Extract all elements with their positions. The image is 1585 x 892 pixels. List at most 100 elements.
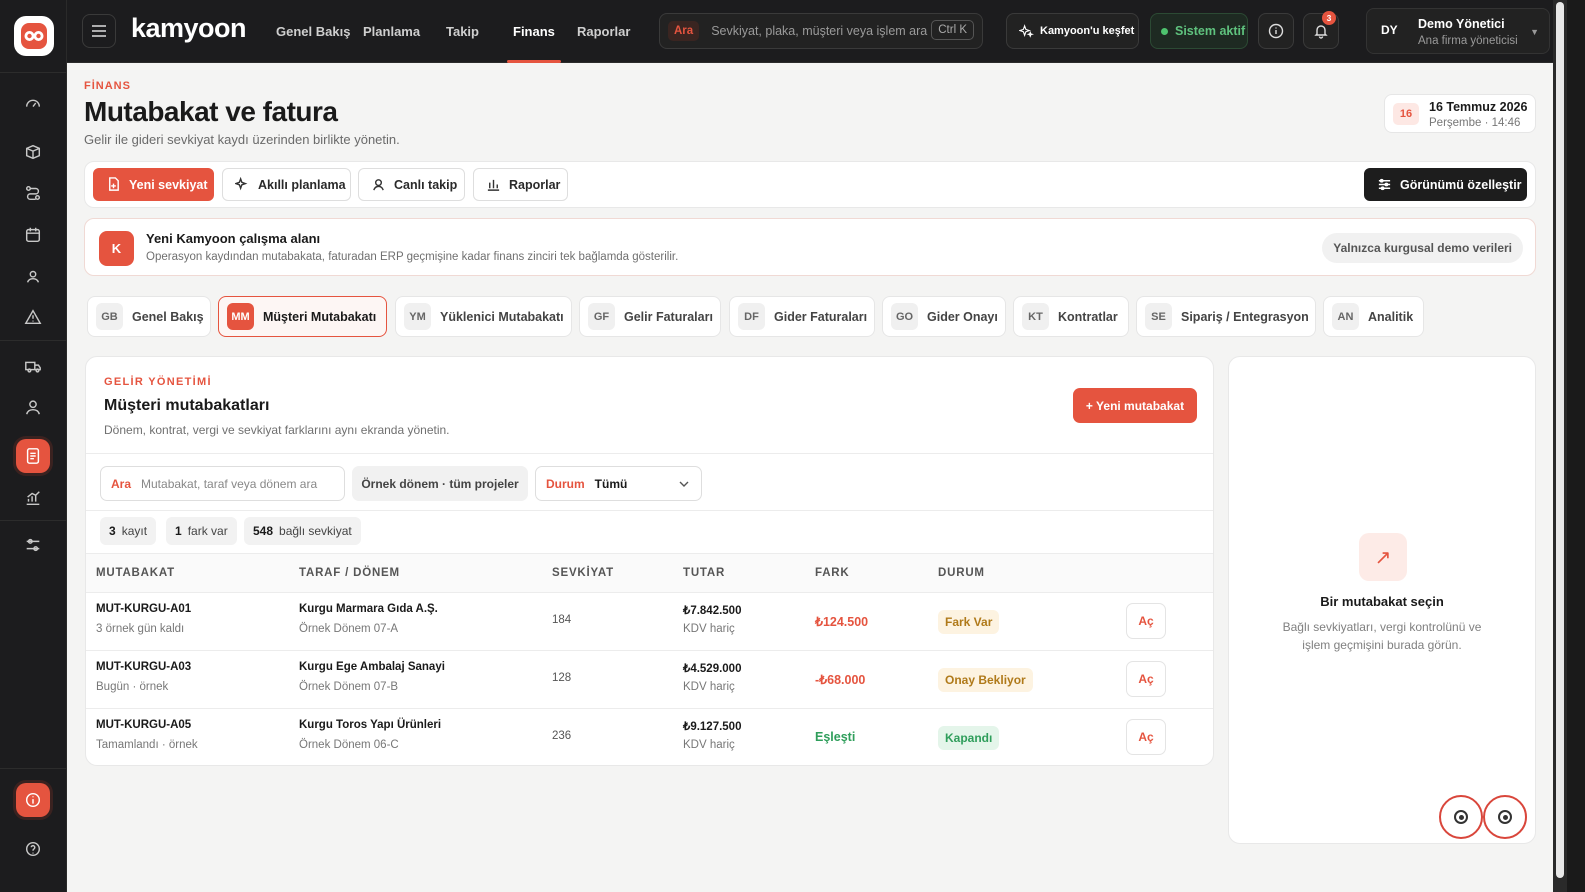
notification-count: 3 xyxy=(1322,11,1336,25)
tab-abbr: AN xyxy=(1332,303,1359,330)
tab-gider-onayi[interactable]: GO Gider Onayı xyxy=(882,296,1006,337)
explore-button[interactable]: Kamyoon'u keşfet xyxy=(1006,13,1139,49)
reports-button[interactable]: Raporlar xyxy=(473,168,568,201)
truck-icon[interactable] xyxy=(16,349,50,383)
tab-label: Gelir Faturaları xyxy=(624,309,713,324)
chip-number: 548 xyxy=(253,524,274,538)
top-navbar: kamyoon Genel Bakış Planlama Takip Finan… xyxy=(67,0,1567,63)
table-row[interactable]: MUT-KURGU-A01 3 örnek gün kaldı Kurgu Ma… xyxy=(86,592,1213,650)
dashboard-icon[interactable] xyxy=(16,86,50,120)
settings-sliders-icon[interactable] xyxy=(16,528,50,562)
table-row[interactable]: MUT-KURGU-A03 Bugün · örnek Kurgu Ege Am… xyxy=(86,650,1213,708)
tab-abbr: YM xyxy=(404,303,431,330)
demo-data-pill: Yalnızca kurgusal demo verileri xyxy=(1322,233,1523,263)
status-filter-label: Durum xyxy=(546,476,585,491)
info-icon[interactable] xyxy=(1258,13,1294,49)
table-row[interactable]: MUT-KURGU-A05 Tamamlandı · örnek Kurgu T… xyxy=(86,708,1213,765)
tab-musteri-mutabakati[interactable]: MM Müşteri Mutabakatı xyxy=(218,296,387,337)
tab-label: Kontratlar xyxy=(1058,309,1118,324)
status-badge: Kapandı xyxy=(938,726,1000,750)
tab-label: Gider Onayı xyxy=(927,309,998,324)
nav-raporlar[interactable]: Raporlar xyxy=(577,0,630,63)
tab-analitik[interactable]: AN Analitik xyxy=(1323,296,1424,337)
breadcrumb: FİNANS xyxy=(84,80,131,92)
assistant-eye-icon[interactable] xyxy=(1483,795,1527,839)
chevron-down-icon: ▼ xyxy=(1530,27,1539,37)
route-icon[interactable] xyxy=(16,176,50,210)
tab-yuklenici-mutabakati[interactable]: YM Yüklenici Mutabakatı xyxy=(395,296,572,337)
shipment-count-chip: 548 bağlı sevkiyat xyxy=(244,517,361,545)
tab-abbr: DF xyxy=(738,303,765,330)
system-status-badge[interactable]: Sistem aktif xyxy=(1150,13,1248,49)
brand-name[interactable]: kamyoon xyxy=(131,13,247,44)
reconciliation-id: MUT-KURGU-A01 xyxy=(96,603,192,615)
package-icon[interactable] xyxy=(16,135,50,169)
tax-note: KDV hariç xyxy=(683,681,735,693)
chip-text: fark var xyxy=(187,524,228,538)
record-count-chip: 3 kayıt xyxy=(100,517,157,545)
tax-note: KDV hariç xyxy=(683,623,735,635)
bell-icon[interactable]: 3 xyxy=(1303,11,1339,49)
shipment-count: 184 xyxy=(552,614,572,626)
menu-icon[interactable] xyxy=(82,14,116,48)
tab-abbr: MM xyxy=(227,303,254,330)
shipment-count: 128 xyxy=(552,672,572,684)
app-logo[interactable] xyxy=(14,16,54,56)
left-sidebar xyxy=(0,0,67,892)
reconciliation-due: Bugün · örnek xyxy=(96,681,169,693)
tab-siparis-entegrasyon[interactable]: SE Sipariş / Entegrasyon xyxy=(1136,296,1316,337)
tab-gelir-faturalari[interactable]: GF Gelir Faturaları xyxy=(579,296,721,337)
chip-number: 1 xyxy=(175,524,182,538)
analytics-icon[interactable] xyxy=(16,481,50,515)
chip-text: kayıt xyxy=(121,524,148,538)
open-button[interactable]: Aç xyxy=(1126,719,1166,755)
reports-label: Raporlar xyxy=(509,177,561,192)
tab-kontratlar[interactable]: KT Kontratlar xyxy=(1013,296,1129,337)
help-icon[interactable] xyxy=(16,832,50,866)
location-icon[interactable] xyxy=(16,259,50,293)
smart-planning-button[interactable]: Akıllı planlama xyxy=(222,168,351,201)
page-title: Mutabakat ve fatura xyxy=(84,96,338,127)
arrow-up-right-icon: ↗ xyxy=(1359,533,1407,581)
sparkle-icon xyxy=(1019,23,1034,38)
status-select[interactable]: Durum Tümü xyxy=(535,466,702,501)
column-header: TUTAR xyxy=(683,567,726,579)
user-menu[interactable]: DY Demo Yönetici Ana firma yöneticisi ▼ xyxy=(1366,8,1550,54)
user-icon[interactable] xyxy=(16,390,50,424)
tab-genel-bakis[interactable]: GB Genel Bakış xyxy=(87,296,211,337)
search-tag: Ara xyxy=(668,21,700,41)
date-day: 16 xyxy=(1393,103,1419,125)
assistant-eye-icon[interactable] xyxy=(1439,795,1483,839)
notice-title: Yeni Kamyoon çalışma alanı xyxy=(146,231,321,246)
detail-side-panel: ↗ Bir mutabakat seçin Bağlı sevkiyatları… xyxy=(1228,356,1536,844)
nav-planlama[interactable]: Planlama xyxy=(363,0,420,63)
open-button[interactable]: Aç xyxy=(1126,603,1166,639)
calendar-icon[interactable] xyxy=(16,218,50,252)
live-tracking-button[interactable]: Canlı takip xyxy=(358,168,465,201)
period: Örnek Dönem 07-B xyxy=(299,681,399,693)
new-reconciliation-button[interactable]: + Yeni mutabakat xyxy=(1073,388,1197,423)
nav-takip[interactable]: Takip xyxy=(446,0,479,63)
main-content: FİNANS Mutabakat ve fatura Gelir ile gid… xyxy=(67,63,1553,892)
new-shipment-button[interactable]: Yeni sevkiyat xyxy=(93,168,214,201)
global-search-input[interactable]: Ara Sevkiyat, plaka, müşteri veya işlem … xyxy=(659,13,983,49)
finance-icon[interactable] xyxy=(16,439,50,473)
open-button[interactable]: Aç xyxy=(1126,661,1166,697)
status-label: Sistem aktif xyxy=(1175,24,1246,38)
nav-finans[interactable]: Finans xyxy=(507,0,561,63)
period-filter[interactable]: Örnek dönem · tüm projeler xyxy=(352,466,528,501)
scrollbar[interactable] xyxy=(1553,0,1567,892)
reconciliation-id: MUT-KURGU-A05 xyxy=(96,719,192,731)
status-dot xyxy=(1161,27,1168,35)
info-alert-icon[interactable] xyxy=(16,783,50,817)
tab-gider-faturalari[interactable]: DF Gider Faturaları xyxy=(729,296,875,337)
party-name: Kurgu Marmara Gıda A.Ş. xyxy=(299,603,438,615)
period: Örnek Dönem 06-C xyxy=(299,739,399,751)
date-detail: Perşembe · 14:46 xyxy=(1429,117,1521,129)
empty-state-description: Bağlı sevkiyatları, vergi kontrolünü ve … xyxy=(1282,620,1482,652)
customize-view-button[interactable]: Görünümü özelleştir xyxy=(1364,168,1527,201)
warning-icon[interactable] xyxy=(16,300,50,334)
nav-genel-bakis[interactable]: Genel Bakış xyxy=(276,0,350,63)
reconciliation-search-input[interactable]: Ara Mutabakat, taraf veya dönem ara xyxy=(100,466,345,501)
tab-abbr: SE xyxy=(1145,303,1172,330)
